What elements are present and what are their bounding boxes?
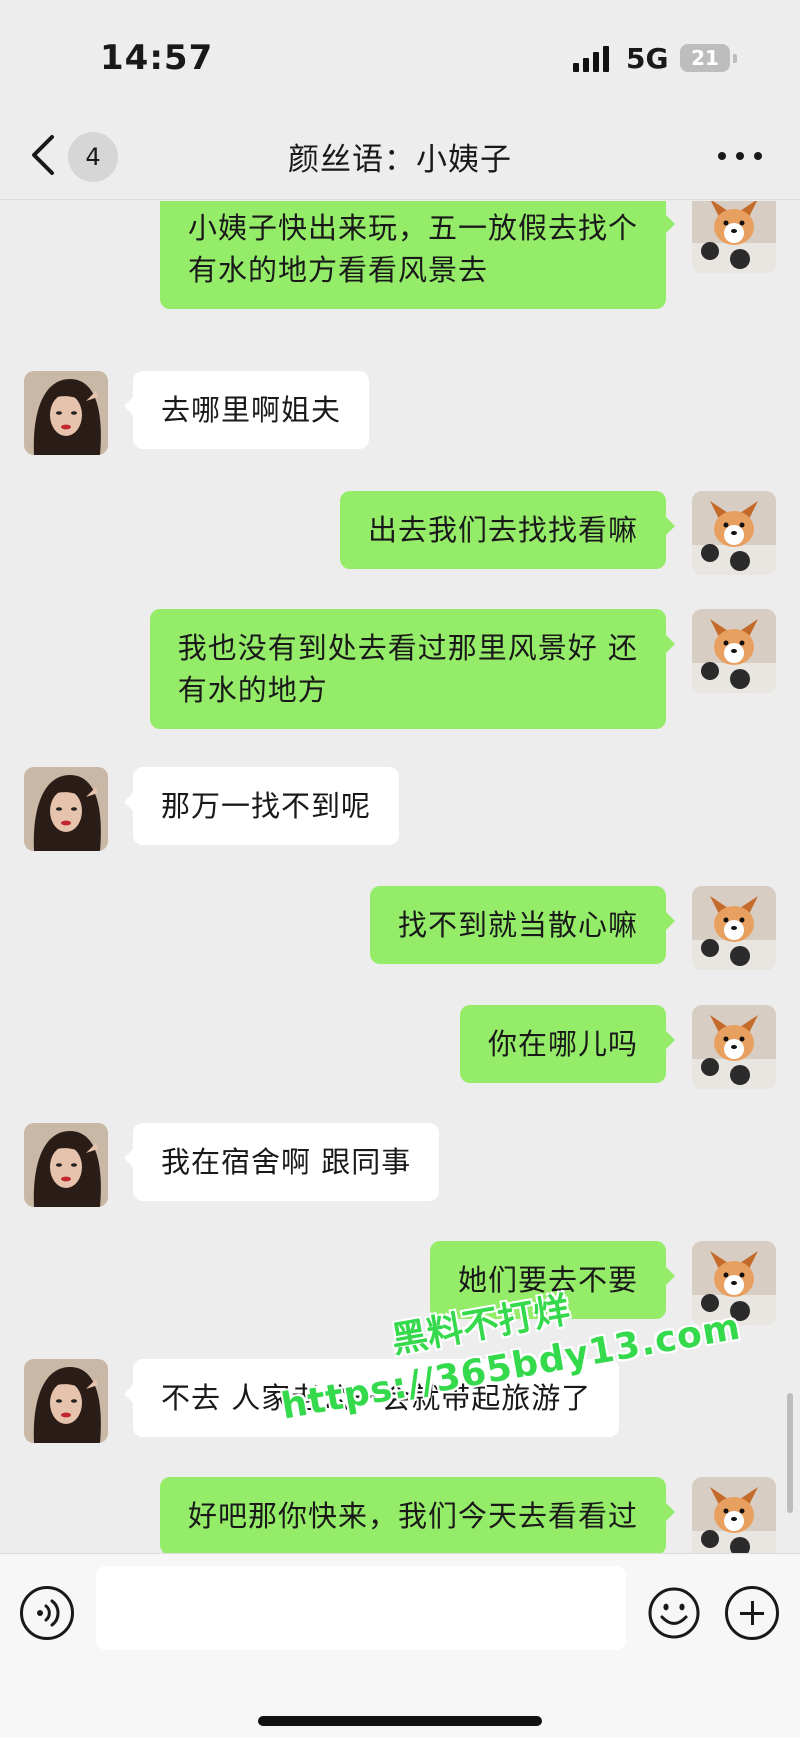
emoji-icon [648, 1587, 700, 1639]
chat-header: 4 颜丝语：小姨子 [0, 110, 800, 200]
unread-count-badge[interactable]: 4 [68, 132, 118, 182]
status-bar: 14:57 5G 21 [0, 0, 800, 110]
message-bubble[interactable]: 出去我们去找找看嘛 [339, 491, 676, 569]
message-text: 我也没有到处去看过那里风景好 还 [177, 631, 638, 665]
contact-avatar[interactable] [24, 371, 108, 455]
scrollbar[interactable] [787, 1393, 793, 1513]
self-avatar[interactable] [692, 609, 776, 693]
home-indicator [258, 1716, 542, 1726]
battery-level: 21 [691, 46, 719, 70]
more-dots-icon [718, 152, 726, 160]
message-text: 小姨子快出来玩，五一放假去找个 [187, 211, 638, 245]
woman-avatar-icon [24, 767, 108, 851]
signal-icon [573, 46, 613, 72]
woman-avatar-icon [24, 1359, 108, 1443]
message-text: 出去我们去找找看嘛 [367, 513, 638, 547]
message-bubble[interactable]: 我也没有到处去看过那里风景好 还 有水的地方 [149, 609, 676, 729]
plus-button[interactable] [725, 1586, 779, 1640]
woman-avatar-icon [24, 371, 108, 455]
self-avatar[interactable] [692, 1005, 776, 1089]
emoji-button[interactable] [647, 1586, 701, 1640]
chat-title: 颜丝语：小姨子 [288, 142, 512, 178]
self-avatar[interactable] [692, 886, 776, 970]
corgi-avatar-icon [692, 886, 776, 970]
message-bubble[interactable]: 好吧那你快来，我们今天去看看过 [159, 1477, 676, 1553]
message-text: 那万一找不到呢 [161, 789, 372, 823]
self-avatar[interactable] [692, 201, 776, 273]
voice-button[interactable] [20, 1586, 74, 1640]
self-avatar[interactable] [692, 1477, 776, 1553]
self-avatar[interactable] [692, 491, 776, 575]
input-bar [0, 1553, 800, 1738]
corgi-avatar-icon [692, 491, 776, 575]
message-text: 有水的地方看看风景去 [187, 253, 488, 287]
corgi-avatar-icon [692, 609, 776, 693]
battery-icon: 21 [680, 44, 737, 72]
corgi-avatar-icon [692, 1005, 776, 1089]
message-text: 你在哪儿吗 [487, 1027, 638, 1061]
message-text: 找不到就当散心嘛 [397, 908, 638, 942]
contact-avatar[interactable] [24, 1123, 108, 1207]
more-button[interactable] [718, 138, 762, 174]
voice-icon [37, 1599, 60, 1627]
message-text: 去哪里啊姐夫 [161, 393, 342, 427]
chevron-left-icon [32, 135, 54, 175]
message-input[interactable] [96, 1566, 626, 1650]
message-bubble[interactable]: 你在哪儿吗 [459, 1005, 676, 1083]
back-button[interactable] [26, 134, 62, 176]
status-time: 14:57 [100, 38, 214, 78]
message-bubble[interactable]: 那万一找不到呢 [123, 767, 400, 845]
message-bubble[interactable]: 小姨子快出来玩，五一放假去找个 有水的地方看看风景去 [159, 201, 676, 309]
message-bubble[interactable]: 我在宿舍啊 跟同事 [123, 1123, 440, 1201]
message-text: 有水的地方 [177, 673, 328, 707]
message-bubble[interactable]: 去哪里啊姐夫 [123, 371, 370, 449]
woman-avatar-icon [24, 1123, 108, 1207]
corgi-avatar-icon [692, 201, 776, 273]
contact-avatar[interactable] [24, 767, 108, 851]
message-text: 好吧那你快来，我们今天去看看过 [187, 1499, 638, 1533]
contact-avatar[interactable] [24, 1359, 108, 1443]
message-bubble[interactable]: 找不到就当散心嘛 [369, 886, 676, 964]
message-text: 我在宿舍啊 跟同事 [161, 1145, 412, 1179]
unread-count: 4 [85, 143, 101, 171]
corgi-avatar-icon [692, 1477, 776, 1553]
network-type: 5G [626, 42, 669, 75]
